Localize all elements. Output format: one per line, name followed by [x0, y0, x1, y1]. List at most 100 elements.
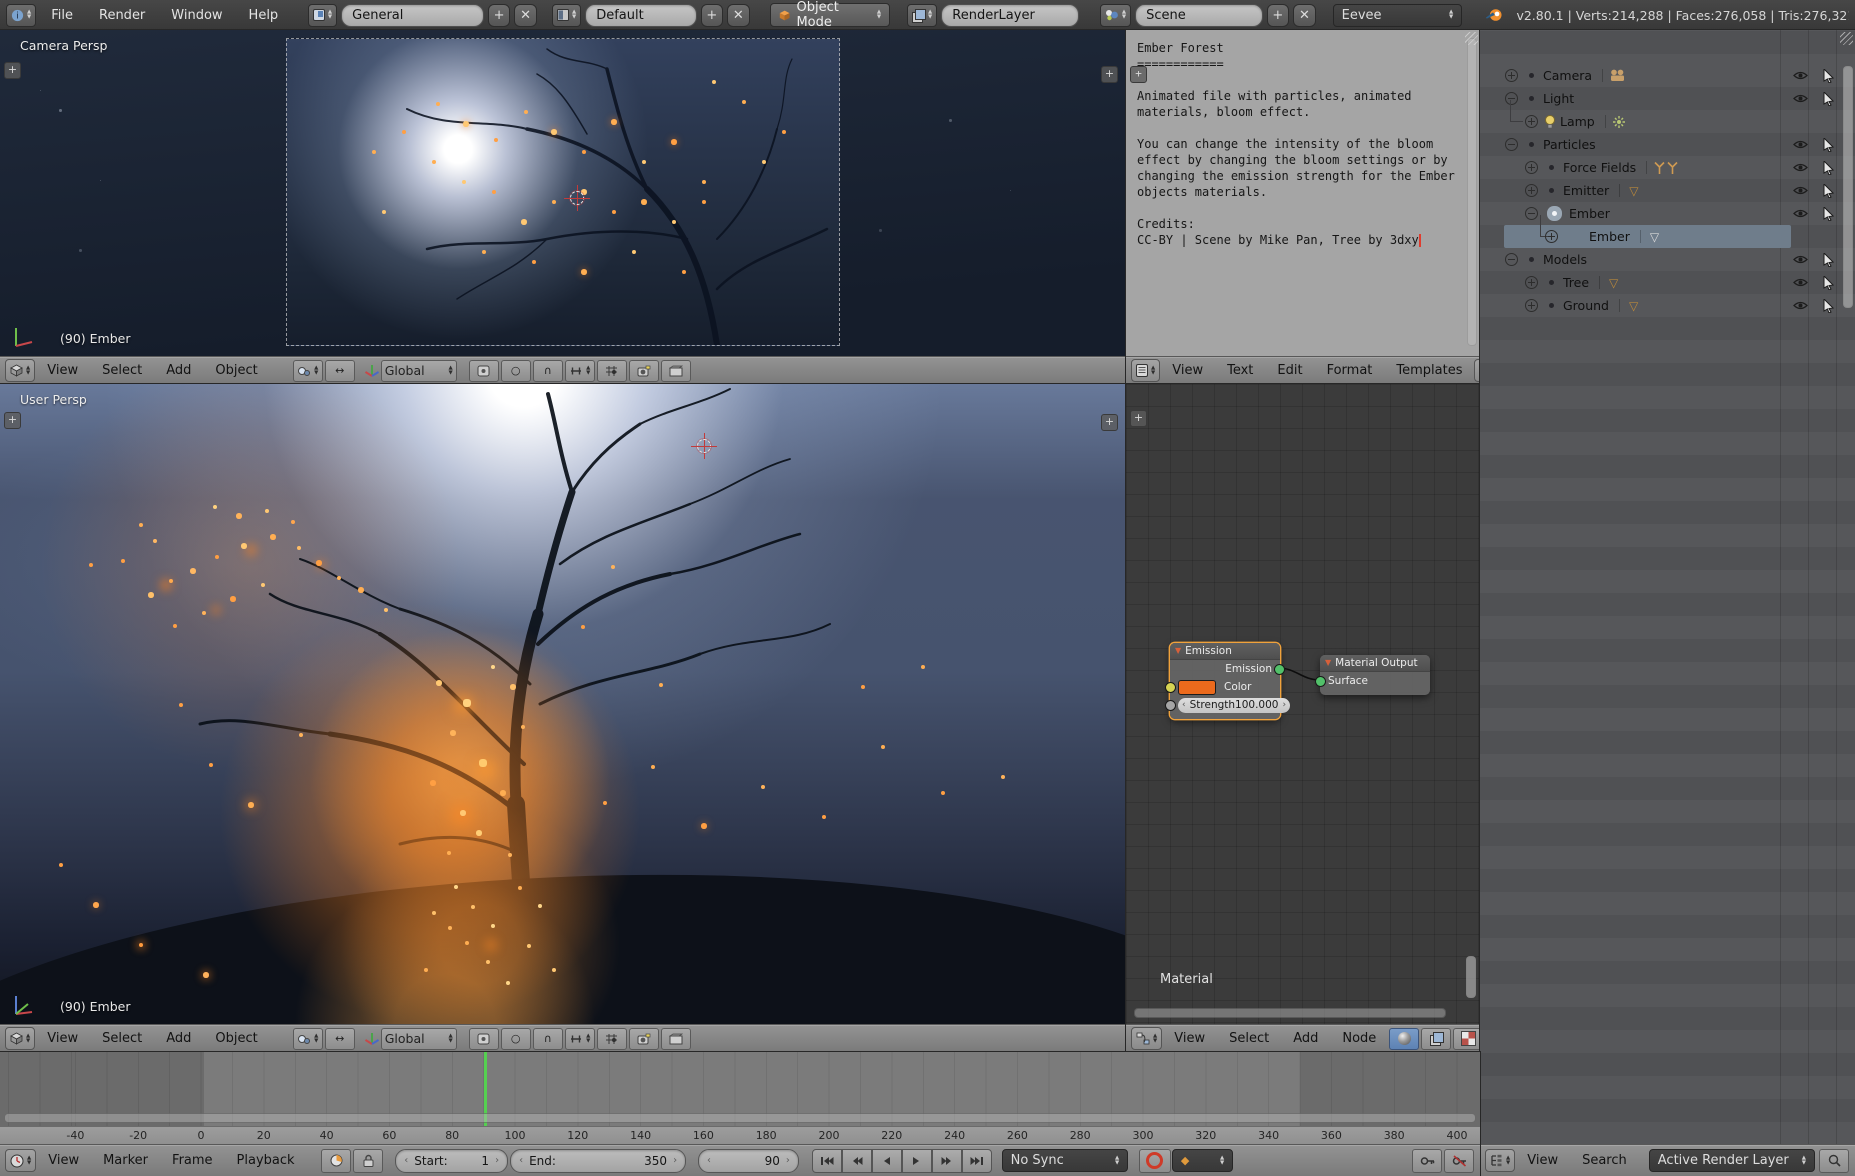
transform-pivot-button[interactable]: ▲▼: [565, 360, 595, 382]
transform-pivot-button[interactable]: ▲▼: [565, 1028, 595, 1050]
menu-add[interactable]: Add: [1281, 1031, 1330, 1046]
outliner-row-ember-object[interactable]: ▽ Ember ▽: [1480, 225, 1855, 248]
color-socket[interactable]: [1165, 682, 1176, 693]
workspace-close-button[interactable]: ✕: [514, 4, 537, 27]
snap-button[interactable]: ∩: [533, 1028, 563, 1050]
outliner-row-camera[interactable]: Camera: [1480, 64, 1855, 87]
expand-icon[interactable]: [1545, 230, 1558, 243]
hide-toggle[interactable]: [1787, 162, 1813, 173]
shading-mode-button[interactable]: [661, 360, 691, 382]
mode-dropd own[interactable]: Object Mode ▲▼: [770, 3, 890, 27]
timeline-ruler[interactable]: -40-200204060801001201401601802002202402…: [0, 1126, 1480, 1145]
hide-toggle[interactable]: [1787, 208, 1813, 219]
overlays-button[interactable]: [597, 1028, 627, 1050]
hide-toggle[interactable]: [1787, 93, 1813, 104]
workspace-name-field[interactable]: General: [341, 4, 484, 27]
color-swatch[interactable]: [1178, 680, 1216, 695]
collapse-icon[interactable]: [1525, 207, 1538, 220]
workspace-add-button[interactable]: +: [488, 4, 511, 27]
menu-render[interactable]: Render: [88, 8, 156, 23]
editor-type-info-button[interactable]: i ▲▼: [6, 4, 36, 27]
select-mode-button[interactable]: ▲▼: [293, 1028, 323, 1050]
selectable-toggle[interactable]: [1815, 69, 1841, 83]
outliner-row-tree[interactable]: Tree ▽: [1480, 271, 1855, 294]
hide-toggle[interactable]: [1787, 254, 1813, 265]
orientation-dropdown[interactable]: Global▲▼: [381, 1028, 457, 1050]
render-layer-type-button[interactable]: ▲▼: [907, 4, 937, 27]
expand-icon[interactable]: [1525, 184, 1538, 197]
menu-templates[interactable]: Templates: [1384, 363, 1474, 378]
menu-node[interactable]: Node: [1330, 1031, 1388, 1046]
material-output-header[interactable]: ▼ Material Output: [1320, 655, 1430, 672]
menu-edit[interactable]: Edit: [1265, 363, 1314, 378]
orientation-dropdown[interactable]: Global▲▼: [381, 360, 457, 382]
next-keyframe-button[interactable]: [932, 1149, 962, 1173]
panel-expand-button[interactable]: +: [1130, 410, 1147, 427]
workspace-type-button[interactable]: ▲▼: [308, 4, 337, 27]
outliner-scrollbar[interactable]: [1843, 66, 1853, 308]
keying-set-dropdown[interactable]: ◆ ▲▼: [1172, 1149, 1233, 1172]
editor-type-timeline-button[interactable]: ▲▼: [5, 1149, 36, 1172]
expand-icon[interactable]: [1525, 161, 1538, 174]
menu-view[interactable]: View: [1162, 1031, 1217, 1046]
menu-object[interactable]: Object: [203, 363, 269, 378]
editor-type-3dview-button[interactable]: ▲▼: [5, 359, 35, 382]
selectable-toggle[interactable]: [1815, 207, 1841, 221]
outliner-row-models-collection[interactable]: Models: [1480, 248, 1855, 271]
jump-to-end-button[interactable]: [962, 1149, 992, 1173]
layout-close-button[interactable]: ✕: [727, 4, 750, 27]
menu-playback[interactable]: Playback: [225, 1153, 307, 1168]
current-frame-field[interactable]: ‹90›: [698, 1149, 799, 1173]
proportional-edit-button[interactable]: ○: [501, 360, 531, 382]
scene-name-field[interactable]: Scene: [1135, 4, 1262, 27]
material-output-node[interactable]: ▼ Material Output Surface: [1320, 655, 1430, 695]
outliner-body[interactable]: Camera Light Lamp: [1480, 30, 1855, 1144]
render-layer-field[interactable]: RenderLayer: [941, 4, 1079, 27]
toolbar-expand-button[interactable]: +: [4, 62, 21, 79]
menu-add[interactable]: Add: [154, 1031, 203, 1046]
editor-type-text-button[interactable]: ▲▼: [1131, 359, 1160, 382]
frame-start-field[interactable]: ‹Start:1›: [395, 1149, 508, 1173]
menu-view[interactable]: View: [35, 363, 90, 378]
node-vscrollbar[interactable]: [1466, 956, 1476, 998]
hide-toggle[interactable]: [1787, 139, 1813, 150]
sidebar-expand-button[interactable]: +: [1101, 66, 1118, 83]
auto-keyframe-button[interactable]: [1139, 1149, 1171, 1173]
pivot-point-button[interactable]: [469, 1028, 499, 1050]
delete-keyframe-button[interactable]: [1444, 1149, 1474, 1173]
expand-icon[interactable]: [1525, 276, 1538, 289]
menu-help[interactable]: Help: [238, 8, 290, 23]
selectable-toggle[interactable]: [1815, 161, 1841, 175]
outliner-row-lamp[interactable]: Lamp: [1480, 110, 1855, 133]
outliner-row-force-fields[interactable]: Force Fields: [1480, 156, 1855, 179]
menu-select[interactable]: Select: [90, 1031, 154, 1046]
play-reverse-button[interactable]: [872, 1149, 902, 1173]
menu-view[interactable]: View: [1515, 1153, 1570, 1168]
menu-text[interactable]: Text: [1215, 363, 1265, 378]
outliner-row-emitter[interactable]: Emitter ▽: [1480, 179, 1855, 202]
menu-view[interactable]: View: [1160, 363, 1215, 378]
toolbar-expand-button[interactable]: +: [4, 412, 21, 429]
hide-toggle[interactable]: [1787, 185, 1813, 196]
viewport-user[interactable]: User Persp (90) Ember + + ▲▼ View Select…: [0, 384, 1126, 1052]
menu-frame[interactable]: Frame: [160, 1153, 225, 1168]
render-preview-button[interactable]: [629, 1028, 659, 1050]
sidebar-expand-button[interactable]: +: [1101, 414, 1118, 431]
selectable-toggle[interactable]: [1815, 184, 1841, 198]
menu-window[interactable]: Window: [160, 8, 233, 23]
outliner-row-light-collection[interactable]: Light: [1480, 87, 1855, 110]
scene-add-button[interactable]: +: [1267, 4, 1290, 27]
collapse-icon[interactable]: [1505, 253, 1518, 266]
output-socket[interactable]: [1274, 664, 1285, 675]
collapse-icon[interactable]: [1505, 138, 1518, 151]
select-mode-button[interactable]: ▲▼: [293, 360, 323, 382]
shading-mode-button[interactable]: [661, 1028, 691, 1050]
menu-search[interactable]: Search: [1570, 1153, 1639, 1168]
menu-add[interactable]: Add: [154, 363, 203, 378]
outliner-row-ground[interactable]: Ground ▽: [1480, 294, 1855, 317]
strength-slider[interactable]: ‹Strength100.000›: [1178, 698, 1290, 713]
menu-file[interactable]: File: [40, 8, 84, 23]
scene-close-button[interactable]: ✕: [1293, 4, 1316, 27]
shader-type-linestyle-button[interactable]: [1453, 1028, 1480, 1050]
emission-node[interactable]: ▼ Emission Emission Color ‹Strength100.0…: [1170, 643, 1280, 719]
